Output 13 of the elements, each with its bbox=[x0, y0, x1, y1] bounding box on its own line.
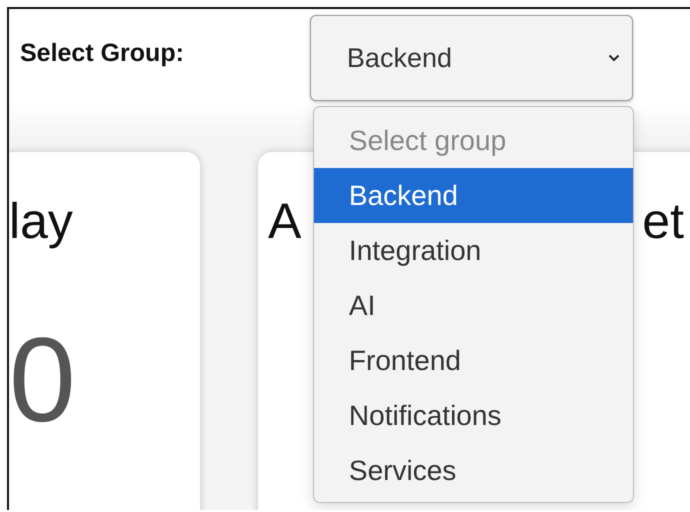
field-label: Select Group: bbox=[20, 39, 184, 68]
card-title: A bbox=[268, 192, 302, 250]
dropdown-option[interactable]: Notifications bbox=[314, 388, 633, 443]
caret-icon bbox=[608, 54, 620, 62]
dropdown-option[interactable]: Integration bbox=[314, 223, 633, 278]
card-title: et bbox=[642, 192, 684, 250]
dropdown-option[interactable]: Services bbox=[314, 443, 633, 498]
stat-value: 0 bbox=[9, 320, 77, 440]
group-select[interactable]: Backend bbox=[310, 15, 633, 101]
card-title: lay bbox=[9, 192, 73, 250]
dropdown-option[interactable]: Frontend bbox=[314, 333, 633, 388]
dropdown-option[interactable]: Backend bbox=[314, 168, 633, 223]
dropdown-option[interactable]: AI bbox=[314, 278, 633, 333]
